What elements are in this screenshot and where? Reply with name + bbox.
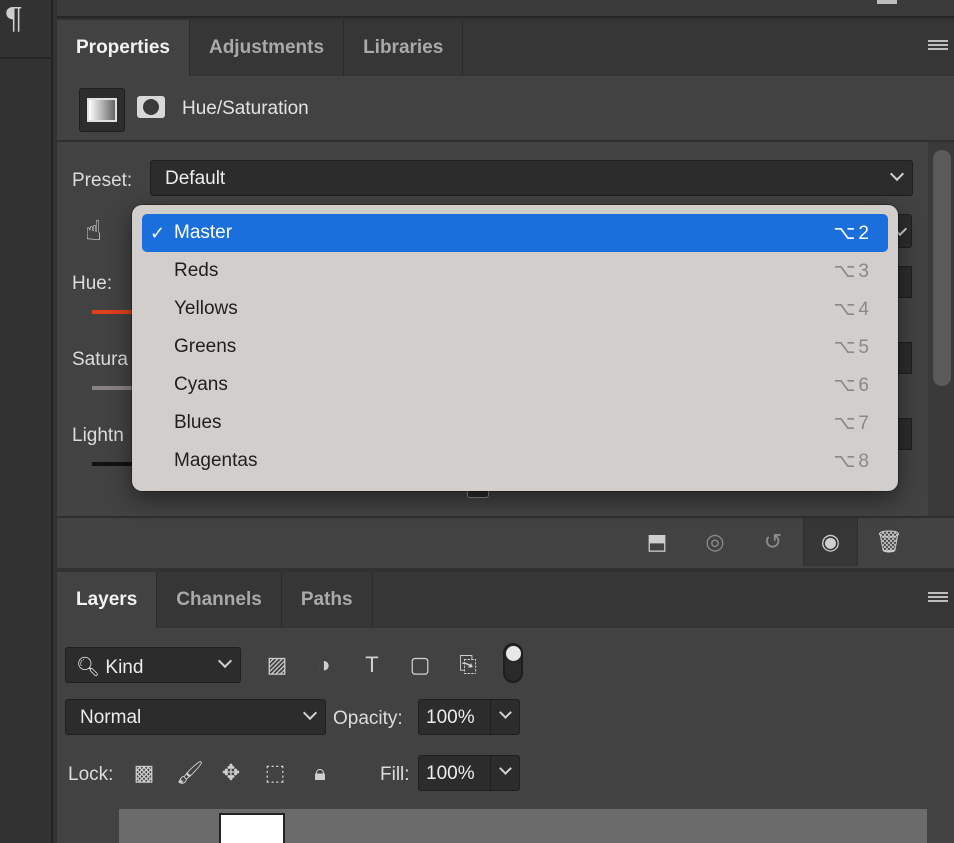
adjustment-title: Hue/Saturation — [182, 98, 309, 119]
menu-item-shortcut: ⌥5 — [833, 337, 872, 358]
lock-all-icon[interactable]: 🔒︎ — [306, 760, 334, 786]
tab-layers[interactable]: Layers — [57, 572, 158, 628]
menu-item-shortcut: ⌥2 — [833, 223, 872, 244]
menu-item-label: Reds — [174, 260, 219, 281]
properties-tab-bar: Properties Adjustments Libraries — [57, 20, 954, 76]
layers-tab-bar: Layers Channels Paths — [57, 572, 954, 628]
menu-item-greens[interactable]: Greens ⌥5 — [142, 328, 888, 366]
blend-mode-value: Normal — [80, 707, 142, 728]
layer-mask-icon[interactable] — [137, 96, 165, 118]
filter-toggle[interactable] — [503, 643, 523, 683]
tab-properties[interactable]: Properties — [57, 20, 190, 76]
scrollbar-thumb[interactable] — [933, 150, 951, 386]
hue-slider[interactable] — [92, 310, 132, 314]
menu-item-shortcut: ⌥3 — [833, 261, 872, 282]
preset-value: Default — [165, 168, 226, 189]
chevron-down-icon — [217, 653, 233, 669]
opacity-label: Opacity: — [333, 708, 403, 729]
lock-position-icon[interactable]: ✥ — [217, 760, 245, 786]
toolbar-divider — [0, 57, 53, 59]
menu-item-label: Master — [174, 222, 233, 243]
blend-mode-select[interactable]: Normal — [65, 699, 326, 735]
top-strip — [57, 0, 954, 18]
visibility-eye-icon[interactable]: ◉ — [803, 518, 858, 566]
opacity-field[interactable]: 100% — [418, 699, 520, 735]
menu-item-label: Yellows — [174, 298, 238, 319]
menu-item-label: Blues — [174, 412, 222, 433]
saturation-slider[interactable] — [92, 386, 132, 390]
hue-label: Hue: — [72, 273, 113, 294]
layers-panel: Layers Channels Paths 🔍︎ Kind ▨ ◑ T ▢ ⎘ … — [57, 572, 954, 843]
properties-scrollbar[interactable] — [928, 142, 954, 516]
menu-item-master[interactable]: ✓ Master ⌥2 — [142, 214, 888, 252]
lightness-slider[interactable] — [92, 462, 132, 466]
properties-footer: ⬒ ◎ ↺ ◉ 🗑 — [57, 516, 954, 566]
lock-label: Lock: — [68, 764, 114, 785]
layer-row[interactable] — [119, 809, 927, 843]
chevron-down-icon — [889, 166, 905, 182]
menu-item-cyans[interactable]: Cyans ⌥6 — [142, 366, 888, 404]
menu-item-yellows[interactable]: Yellows ⌥4 — [142, 290, 888, 328]
view-previous-state-icon[interactable]: ◎ — [695, 526, 735, 558]
channel-dropdown-menu: ✓ Master ⌥2 Reds ⌥3 Yellows ⌥4 Greens ⌥5… — [132, 205, 898, 491]
lock-transparent-pixels-icon[interactable]: ▩ — [130, 760, 158, 786]
collapsed-panel-marker — [877, 0, 897, 4]
pixel-layer-filter-icon[interactable]: ▨ — [263, 652, 291, 678]
filter-kind-select[interactable]: 🔍︎ Kind — [65, 647, 241, 683]
lock-artboard-icon[interactable]: ⬚ — [261, 760, 289, 786]
panel-menu-icon[interactable] — [928, 592, 948, 604]
type-layer-filter-icon[interactable]: T — [358, 652, 386, 678]
menu-item-shortcut: ⌥8 — [833, 451, 872, 472]
reset-icon[interactable]: ↺ — [753, 526, 793, 558]
layer-filter-row: 🔍︎ Kind ▨ ◑ T ▢ ⎘ — [57, 628, 954, 690]
preset-select[interactable]: Default — [150, 160, 913, 196]
targeted-adjustment-hand-icon[interactable]: ☝ — [85, 214, 102, 247]
layer-mask-thumbnail[interactable] — [219, 813, 285, 843]
left-toolbar: ¶ — [0, 0, 53, 843]
trash-icon[interactable]: 🗑 — [869, 526, 909, 558]
lock-row: Lock: ▩ 🖌︎ ✥ ⬚ 🔒︎ Fill: 100% — [57, 746, 954, 802]
menu-item-blues[interactable]: Blues ⌥7 — [142, 404, 888, 442]
blend-row: Normal Opacity: 100% — [57, 690, 954, 746]
saturation-label: Satura — [72, 349, 128, 370]
tab-channels[interactable]: Channels — [157, 572, 282, 628]
shape-layer-filter-icon[interactable]: ▢ — [406, 652, 434, 678]
chevron-down-icon — [499, 762, 512, 775]
fill-label: Fill: — [380, 764, 410, 785]
panel-menu-icon[interactable] — [928, 40, 948, 52]
lock-image-pixels-icon[interactable]: 🖌︎ — [176, 760, 204, 786]
search-icon: 🔍︎ — [76, 657, 101, 678]
tab-libraries[interactable]: Libraries — [344, 20, 464, 76]
preset-label: Preset: — [72, 170, 133, 191]
menu-item-label: Cyans — [174, 374, 228, 395]
paragraph-icon[interactable]: ¶ — [4, 2, 23, 37]
menu-item-shortcut: ⌥7 — [833, 413, 872, 434]
menu-item-shortcut: ⌥4 — [833, 299, 872, 320]
lightness-label: Lightn — [72, 425, 124, 446]
fill-field[interactable]: 100% — [418, 755, 520, 791]
chevron-down-icon — [499, 706, 512, 719]
hue-saturation-adjustment-icon[interactable] — [79, 88, 125, 132]
menu-item-reds[interactable]: Reds ⌥3 — [142, 252, 888, 290]
opacity-value: 100% — [426, 707, 475, 728]
smart-object-filter-icon[interactable]: ⎘ — [454, 652, 482, 678]
menu-item-shortcut: ⌥6 — [833, 375, 872, 396]
chevron-down-icon — [302, 705, 318, 721]
tab-paths[interactable]: Paths — [282, 572, 373, 628]
checkmark-icon: ✓ — [150, 223, 166, 243]
menu-item-label: Magentas — [174, 450, 258, 471]
adjustment-header: Hue/Saturation — [57, 76, 954, 142]
fill-value: 100% — [426, 763, 475, 784]
adjustment-layer-filter-icon[interactable]: ◑ — [310, 652, 338, 678]
menu-item-magentas[interactable]: Magentas ⌥8 — [142, 442, 888, 480]
filter-kind-value: Kind — [105, 657, 144, 678]
tab-adjustments[interactable]: Adjustments — [190, 20, 345, 76]
clip-to-layer-icon[interactable]: ⬒ — [637, 526, 677, 558]
menu-item-label: Greens — [174, 336, 237, 357]
